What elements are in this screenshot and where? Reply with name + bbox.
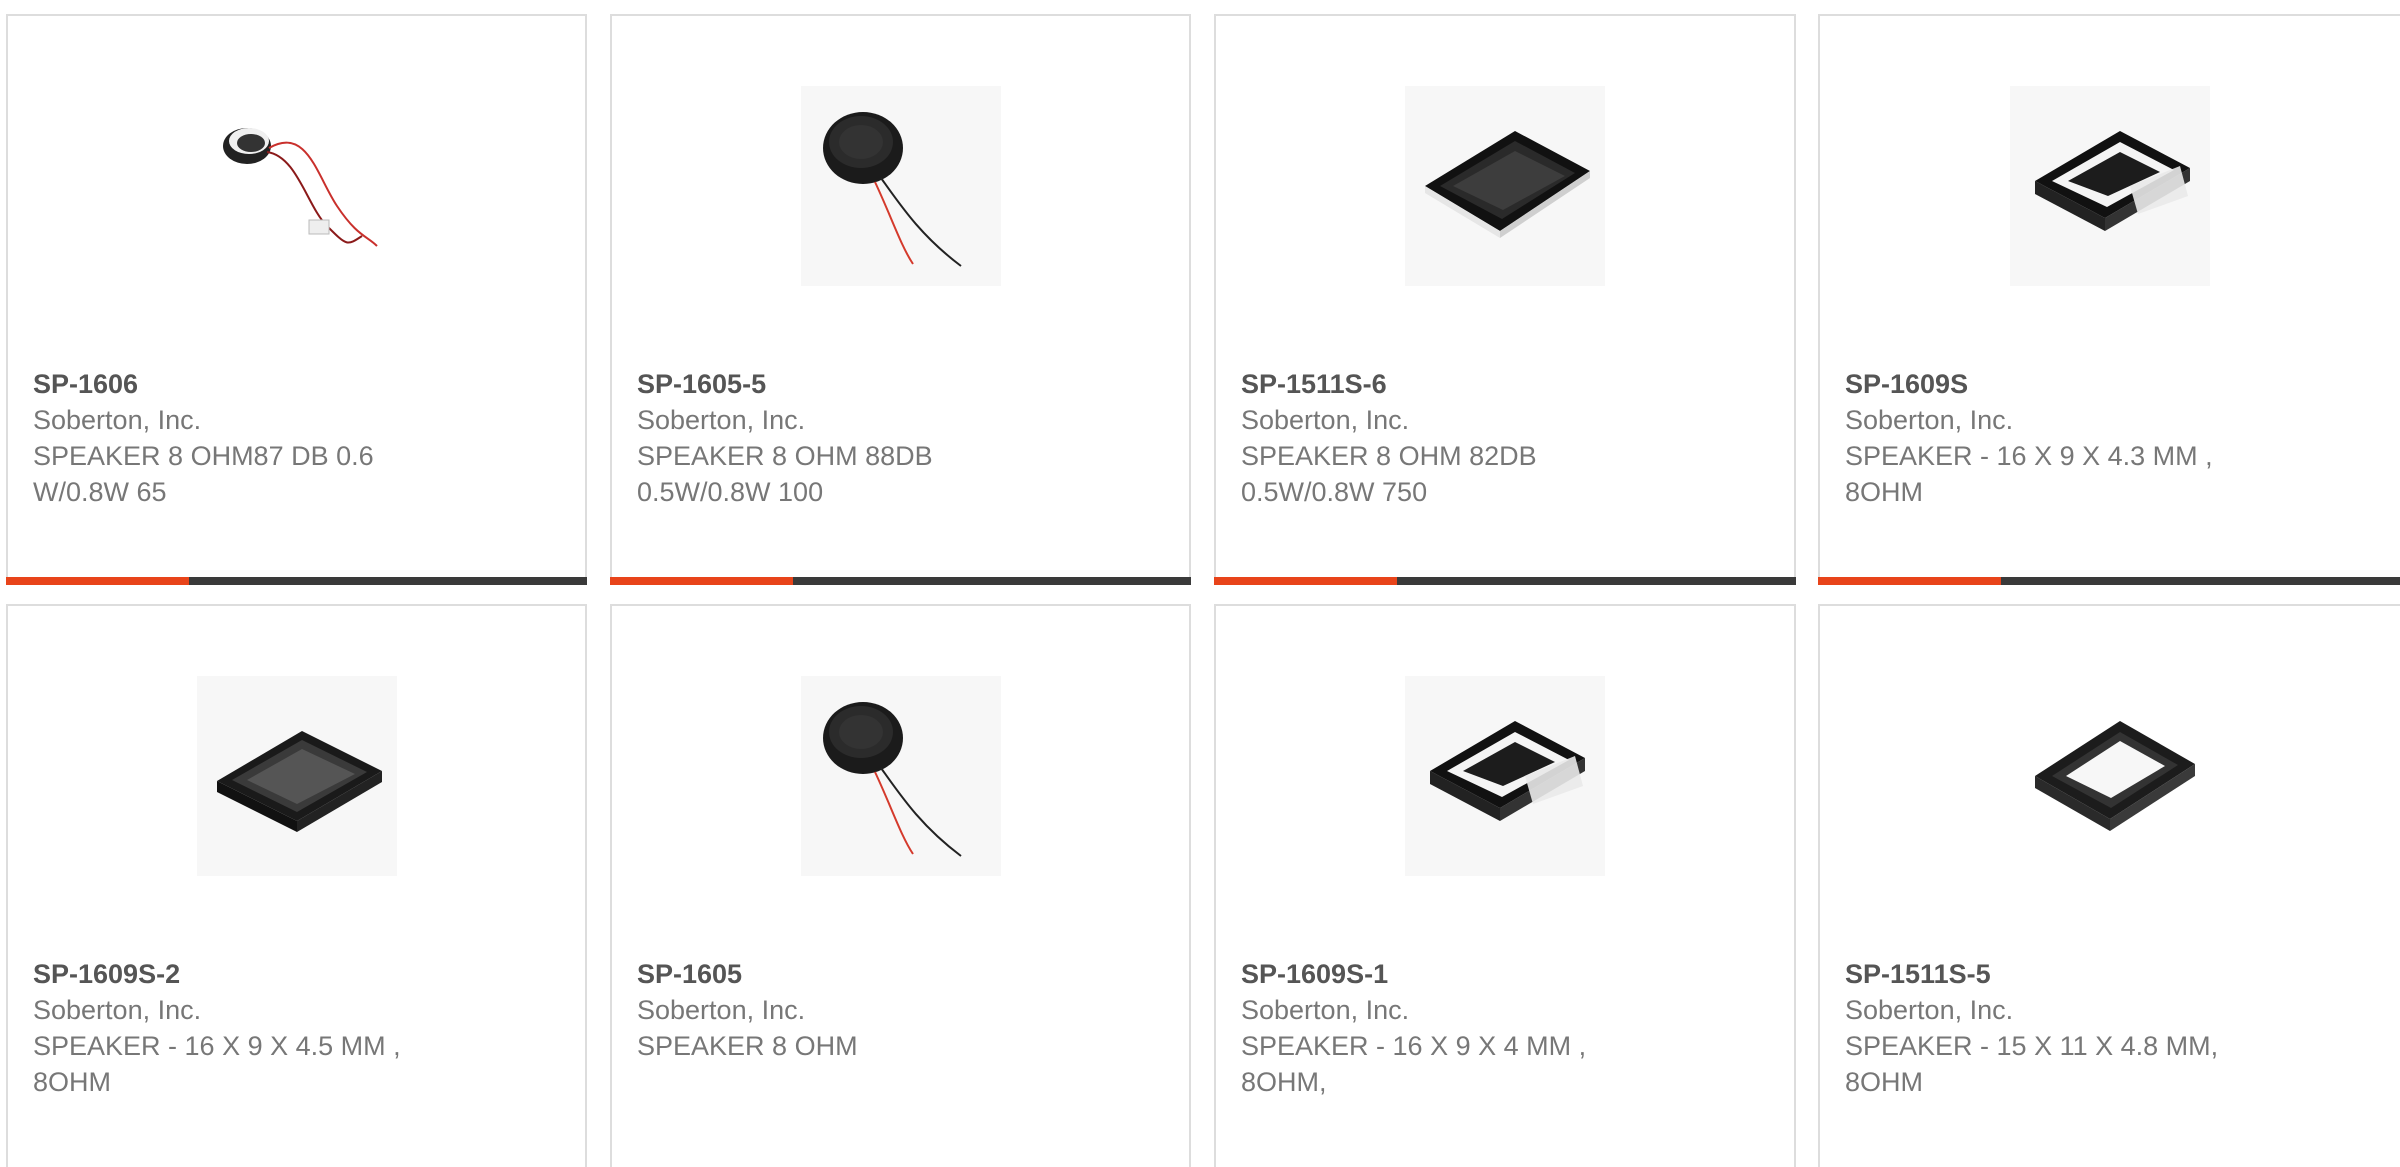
description-line: SPEAKER 8 OHM [637, 1031, 858, 1061]
description-line: SPEAKER 8 OHM87 DB 0.6 [33, 441, 374, 471]
product-card[interactable]: SP-1511S-5 Soberton, Inc. SPEAKER - 15 X… [1818, 604, 2400, 1167]
description-line: 8OHM [33, 1067, 112, 1097]
manufacturer: Soberton, Inc. [637, 405, 806, 435]
card-bar [1818, 577, 2400, 585]
card-bar-accent [6, 577, 189, 585]
description-line: 8OHM [1845, 1067, 1924, 1097]
description-line: W/0.8W 65 [33, 477, 167, 507]
description-line: 8OHM [1845, 477, 1924, 507]
part-number[interactable]: SP-1606 [33, 366, 453, 402]
product-image[interactable] [196, 676, 397, 876]
card-bar-accent [610, 577, 793, 585]
part-number[interactable]: SP-1609S-1 [1241, 956, 1661, 992]
product-image[interactable] [196, 86, 397, 286]
part-number[interactable]: SP-1605-5 [637, 366, 1057, 402]
round-speaker-with-red-wire-and-connector-icon [222, 128, 378, 247]
rectangular-speaker-dark-icon [216, 731, 382, 832]
round-speaker-with-wires-icon [822, 112, 962, 267]
round-speaker-with-wires-icon [822, 702, 962, 857]
product-image[interactable] [1405, 86, 1605, 286]
description-line: SPEAKER - 16 X 9 X 4.5 MM , [33, 1031, 401, 1061]
rectangular-speaker-with-tab-icon [2035, 131, 2190, 231]
product-card[interactable]: SP-1605 Soberton, Inc. SPEAKER 8 OHM [610, 604, 1191, 1167]
description-line: SPEAKER 8 OHM 82DB [1241, 441, 1537, 471]
product-image[interactable] [1405, 676, 1605, 876]
card-bar [1214, 577, 1796, 585]
product-card[interactable]: SP-1609S-2 Soberton, Inc. SPEAKER - 16 X… [6, 604, 587, 1167]
product-image[interactable] [2010, 676, 2210, 876]
part-number[interactable]: SP-1511S-6 [1241, 366, 1661, 402]
rectangular-speaker-icon [1425, 131, 1590, 238]
manufacturer: Soberton, Inc. [33, 405, 202, 435]
description-line: 0.5W/0.8W 750 [1241, 477, 1428, 507]
manufacturer: Soberton, Inc. [1241, 405, 1410, 435]
card-bar-accent [1818, 577, 2001, 585]
manufacturer: Soberton, Inc. [1845, 405, 2014, 435]
product-image[interactable] [800, 676, 1001, 876]
manufacturer: Soberton, Inc. [1241, 995, 1410, 1025]
description-line: 8OHM, [1241, 1067, 1327, 1097]
product-card[interactable]: SP-1605-5 Soberton, Inc. SPEAKER 8 OHM 8… [610, 14, 1191, 585]
card-bar [610, 577, 1191, 585]
part-number[interactable]: SP-1511S-5 [1845, 956, 2265, 992]
manufacturer: Soberton, Inc. [33, 995, 202, 1025]
description-line: SPEAKER - 16 X 9 X 4 MM , [1241, 1031, 1587, 1061]
rectangular-speaker-with-tab-icon [1430, 721, 1585, 821]
description-line: SPEAKER - 15 X 11 X 4.8 MM, [1845, 1031, 2219, 1061]
description-line: 0.5W/0.8W 100 [637, 477, 824, 507]
description-line: SPEAKER - 16 X 9 X 4.3 MM , [1845, 441, 2213, 471]
product-card[interactable]: SP-1511S-6 Soberton, Inc. SPEAKER 8 OHM … [1214, 14, 1796, 585]
card-bar [6, 577, 587, 585]
part-number[interactable]: SP-1609S [1845, 366, 2265, 402]
product-image[interactable] [800, 86, 1001, 286]
description-line: SPEAKER 8 OHM 88DB [637, 441, 933, 471]
product-card[interactable]: SP-1606 Soberton, Inc. SPEAKER 8 OHM87 D… [6, 14, 587, 585]
product-grid: SP-1606 Soberton, Inc. SPEAKER 8 OHM87 D… [0, 0, 2400, 1167]
product-card[interactable]: SP-1609S Soberton, Inc. SPEAKER - 16 X 9… [1818, 14, 2400, 585]
product-image[interactable] [2010, 86, 2210, 286]
product-card[interactable]: SP-1609S-1 Soberton, Inc. SPEAKER - 16 X… [1214, 604, 1796, 1167]
manufacturer: Soberton, Inc. [637, 995, 806, 1025]
manufacturer: Soberton, Inc. [1845, 995, 2014, 1025]
part-number[interactable]: SP-1609S-2 [33, 956, 453, 992]
rectangular-speaker-white-membrane-icon [2035, 721, 2195, 831]
part-number[interactable]: SP-1605 [637, 956, 1057, 992]
card-bar-accent [1214, 577, 1397, 585]
